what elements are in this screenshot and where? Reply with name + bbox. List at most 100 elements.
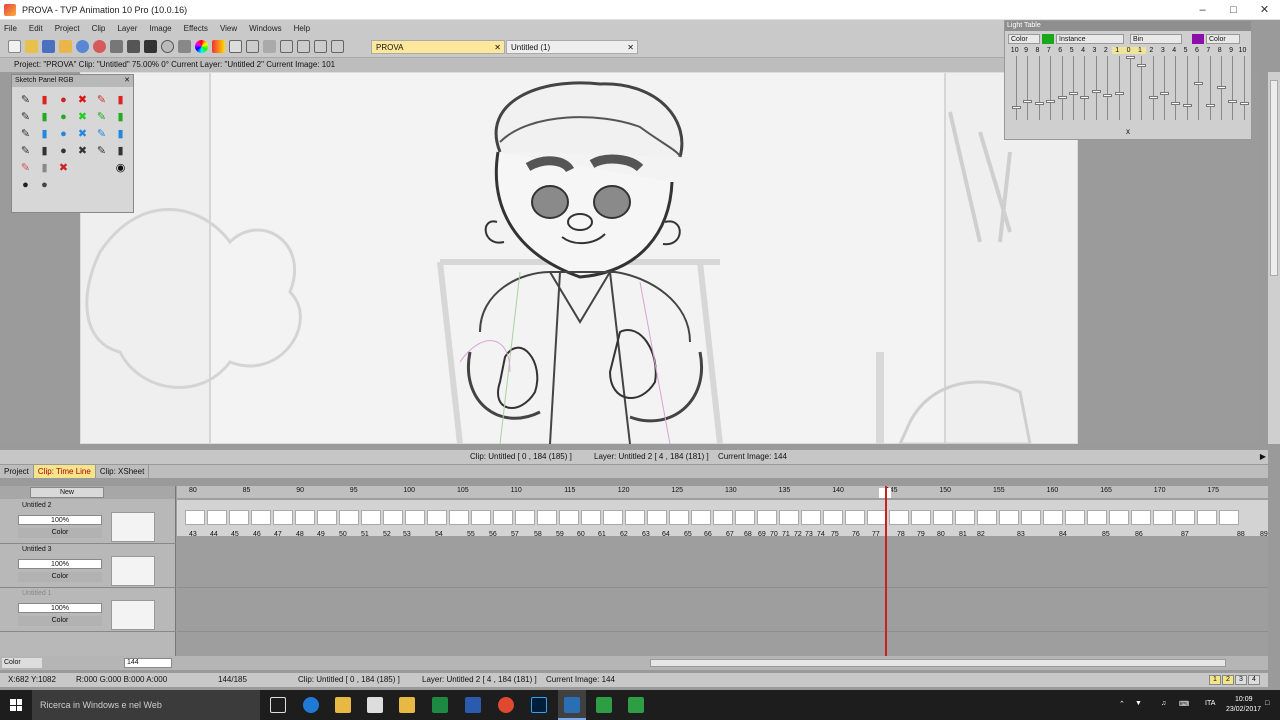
color-select[interactable]: Color — [1206, 34, 1240, 44]
opacity-slider[interactable] — [1227, 56, 1238, 120]
frame-cell[interactable] — [427, 510, 447, 525]
frame-cell[interactable] — [207, 510, 227, 525]
slider-knob[interactable] — [1205, 104, 1215, 107]
current-frame-input[interactable]: 144 — [124, 658, 172, 668]
pencil-icon[interactable]: ✎ — [18, 92, 33, 107]
excel-icon[interactable] — [432, 697, 448, 713]
close-button[interactable]: ✕ — [1249, 0, 1280, 20]
frame-cell[interactable] — [1043, 510, 1063, 525]
grid-icon[interactable] — [246, 40, 259, 53]
camtasia-icon[interactable] — [596, 697, 612, 713]
slider-knob[interactable] — [1217, 86, 1227, 89]
clock-time[interactable]: 10:09 — [1235, 696, 1253, 703]
layer-blend-mode[interactable]: Color — [18, 616, 102, 626]
frame-cell[interactable] — [471, 510, 491, 525]
opacity-slider[interactable] — [1182, 56, 1193, 120]
frame-cell[interactable] — [1153, 510, 1173, 525]
before-color-swatch[interactable] — [1042, 34, 1054, 44]
slider-knob[interactable] — [1160, 92, 1170, 95]
layer-blend-mode[interactable]: Color — [18, 528, 102, 538]
blend-icon[interactable]: ▮ — [37, 160, 52, 175]
layer-name[interactable]: Untitled 3 — [22, 546, 52, 553]
frame-cell[interactable] — [339, 510, 359, 525]
layers-stack-icon[interactable] — [178, 40, 191, 53]
frame-cell[interactable] — [1219, 510, 1239, 525]
folder-icon[interactable] — [399, 697, 415, 713]
tab-clip-timeline[interactable]: Clip: Time Line — [33, 465, 96, 478]
slider-knob[interactable] — [1023, 100, 1033, 103]
layer-opacity[interactable]: 100% — [18, 559, 102, 569]
pencil-icon[interactable]: ✎ — [18, 126, 33, 141]
frame-cell[interactable] — [647, 510, 667, 525]
opacity-slider[interactable] — [1205, 56, 1216, 120]
frame-cell[interactable] — [999, 510, 1019, 525]
marker-icon[interactable]: ▮ — [37, 109, 52, 124]
tab-project[interactable]: Project — [0, 465, 34, 478]
frame-cell[interactable] — [581, 510, 601, 525]
menu-file[interactable]: File — [4, 24, 17, 33]
opacity-slider[interactable] — [1102, 56, 1113, 120]
frame-cell[interactable] — [1197, 510, 1217, 525]
eraser-icon[interactable]: ▮ — [113, 109, 128, 124]
palette-icon[interactable] — [212, 40, 225, 53]
marker-icon[interactable]: ▮ — [37, 92, 52, 107]
slider-knob[interactable] — [1171, 102, 1181, 105]
opacity-slider[interactable] — [1091, 56, 1102, 120]
tray-volume-icon[interactable]: ♫ — [1161, 700, 1166, 707]
slider-knob[interactable] — [1057, 96, 1067, 99]
open-folder-icon[interactable] — [25, 40, 38, 53]
menu-project[interactable]: Project — [55, 24, 80, 33]
xsheet-icon[interactable] — [314, 40, 327, 53]
timeline-horizontal-scrollbar[interactable] — [650, 659, 1226, 667]
slider-knob[interactable] — [1080, 96, 1090, 99]
menu-layer[interactable]: Layer — [117, 24, 137, 33]
menu-windows[interactable]: Windows — [249, 24, 281, 33]
ink-icon[interactable]: ● — [56, 126, 71, 141]
frame-cell[interactable] — [889, 510, 909, 525]
play-icon[interactable]: ▶ — [1260, 450, 1266, 464]
frame-cell[interactable] — [449, 510, 469, 525]
slider-knob[interactable] — [1194, 82, 1204, 85]
menu-edit[interactable]: Edit — [29, 24, 43, 33]
doc-tab-prova[interactable]: PROVA ✕ — [371, 40, 505, 54]
frame-cell[interactable] — [779, 510, 799, 525]
tvpaint-icon[interactable] — [564, 697, 580, 713]
mode-select[interactable]: Color — [1008, 34, 1040, 44]
opacity-slider[interactable] — [1216, 56, 1227, 120]
play-icon[interactable] — [144, 40, 157, 53]
slider-knob[interactable] — [1114, 92, 1124, 95]
frame-cell[interactable] — [317, 510, 337, 525]
frame-ruler[interactable]: 80 85 90 95 100 105 110 115 120 125 130 135 140 145 15… — [177, 486, 1268, 498]
store-icon[interactable] — [367, 697, 383, 713]
footer-mode-select[interactable]: Color — [2, 658, 42, 668]
close-icon[interactable]: ✕ — [124, 75, 130, 87]
frame-cell[interactable] — [867, 510, 887, 525]
page-button[interactable]: 2 — [1222, 675, 1234, 685]
frame-cell[interactable] — [735, 510, 755, 525]
eraser-x-icon[interactable]: ✖ — [75, 109, 90, 124]
save-as-icon[interactable] — [59, 40, 72, 53]
frame-cell[interactable] — [977, 510, 997, 525]
frame-cell[interactable] — [955, 510, 975, 525]
opacity-slider[interactable] — [1034, 56, 1045, 120]
zoom-icon[interactable] — [161, 40, 174, 53]
taskbar-search[interactable]: Ricerca in Windows e nel Web — [32, 690, 260, 720]
doc-tab-untitled[interactable]: Untitled (1) ✕ — [506, 40, 638, 54]
frame-cell[interactable] — [1131, 510, 1151, 525]
cut-icon[interactable] — [127, 40, 140, 53]
camtasia-recorder-icon[interactable] — [628, 697, 644, 713]
slider-knob[interactable] — [1046, 100, 1056, 103]
ink-icon[interactable]: ● — [56, 143, 71, 158]
frame-cell[interactable] — [251, 510, 271, 525]
opacity-slider[interactable] — [1148, 56, 1159, 120]
slider-knob[interactable] — [1091, 90, 1101, 93]
slider-knob[interactable] — [1148, 96, 1158, 99]
task-view-icon[interactable] — [270, 697, 286, 713]
timeline-tracks[interactable]: 80 85 90 95 100 105 110 115 120 125 130 135 140 145 15… — [177, 486, 1268, 656]
smudge-icon[interactable]: ✎ — [18, 160, 33, 175]
undo-icon[interactable] — [76, 40, 89, 53]
maximize-button[interactable]: □ — [1218, 0, 1249, 20]
minimize-button[interactable]: – — [1187, 0, 1218, 20]
eye-icon[interactable]: ◉ — [113, 160, 128, 175]
opacity-slider[interactable] — [1079, 56, 1090, 120]
